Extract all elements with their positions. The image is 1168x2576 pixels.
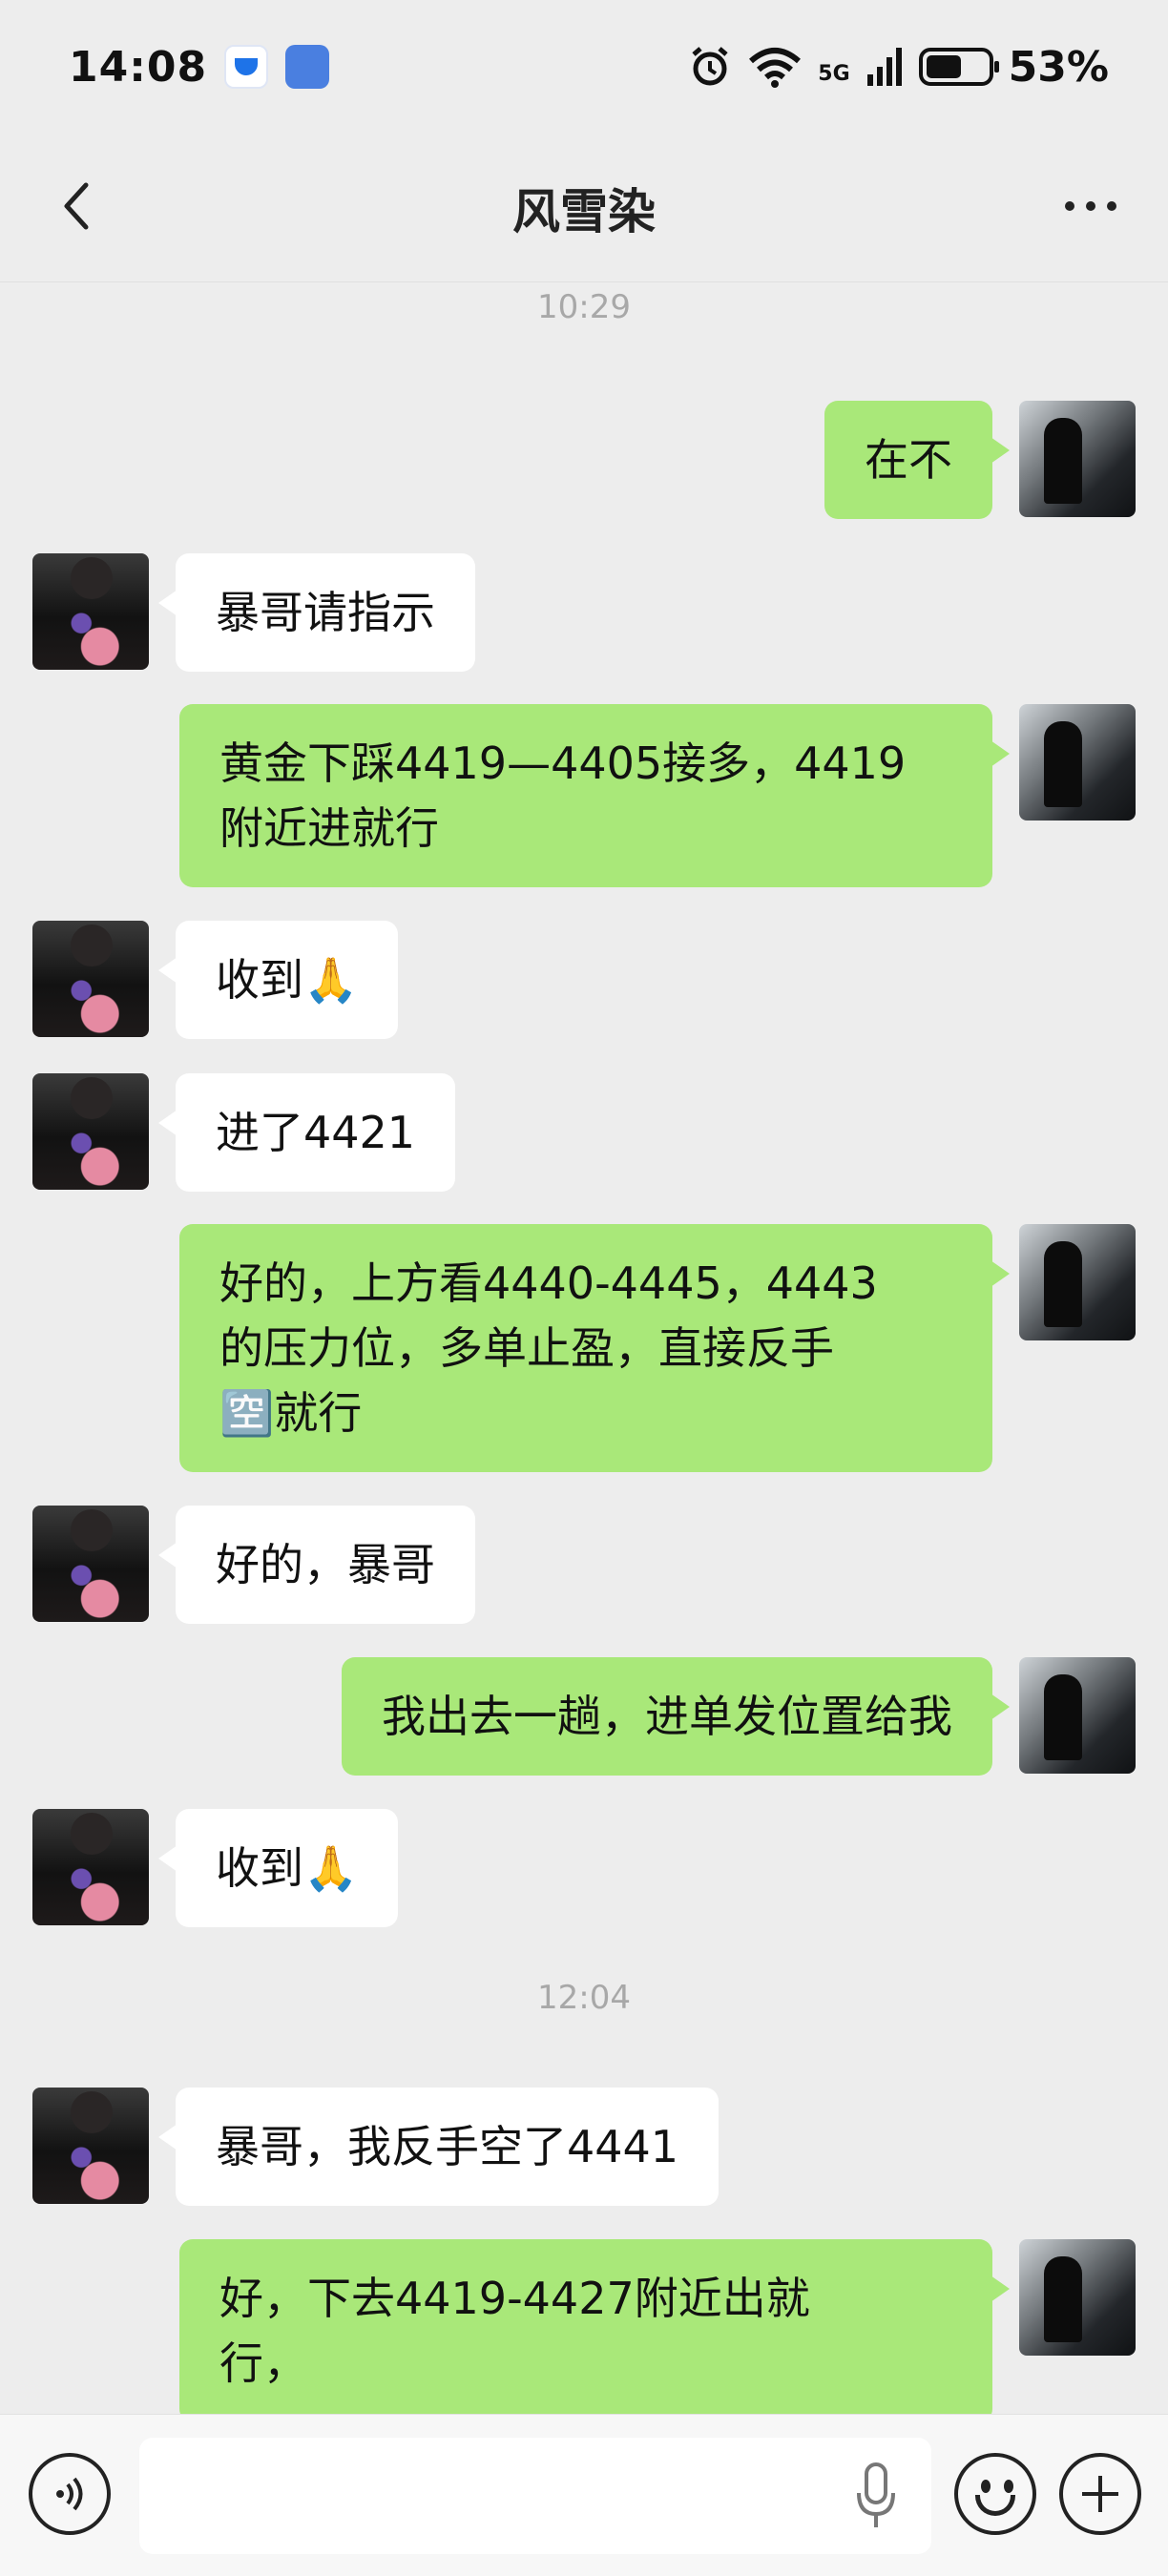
more-dots-icon bbox=[1065, 201, 1074, 211]
contact-avatar[interactable] bbox=[32, 921, 149, 1037]
back-button[interactable] bbox=[38, 168, 115, 244]
microphone-icon[interactable] bbox=[847, 2459, 905, 2535]
chat-title: 风雪染 bbox=[512, 183, 656, 239]
message-bubble-sent[interactable]: 我出去一趟，进单发位置给我 bbox=[342, 1657, 1010, 1776]
chat-header: 风雪染 bbox=[0, 134, 1168, 282]
more-button[interactable] bbox=[1048, 168, 1134, 244]
voice-wave-icon bbox=[56, 2477, 83, 2511]
contact-avatar[interactable] bbox=[32, 553, 149, 670]
chat-timestamp: 10:29 bbox=[537, 288, 631, 326]
emoji-face-icon bbox=[981, 2480, 991, 2493]
battery-icon bbox=[918, 48, 999, 86]
emoji-button[interactable] bbox=[954, 2453, 1036, 2535]
message-bubble-received[interactable]: 暴哥请指示 bbox=[158, 553, 475, 672]
more-functions-button[interactable] bbox=[1059, 2453, 1141, 2535]
chat-timestamp: 12:04 bbox=[537, 1979, 631, 2017]
message-bubble-sent[interactable]: 在不 bbox=[824, 401, 1010, 519]
message-bubble-sent[interactable]: 好，下去4419-4427附近出就 行， bbox=[179, 2239, 1010, 2422]
my-avatar[interactable] bbox=[1019, 1224, 1136, 1340]
battery-percent: 53% bbox=[1008, 42, 1109, 92]
signal-icon bbox=[866, 48, 902, 86]
my-avatar[interactable] bbox=[1019, 2239, 1136, 2356]
message-input-bar bbox=[0, 2414, 1168, 2576]
message-bubble-received[interactable]: 进了4421 bbox=[157, 1073, 456, 1192]
alarm-icon bbox=[692, 47, 728, 86]
my-avatar[interactable] bbox=[1019, 704, 1136, 821]
stock-app-notification-icon bbox=[285, 45, 330, 89]
app-notification-icon bbox=[224, 45, 269, 89]
contact-avatar[interactable] bbox=[32, 1809, 149, 1925]
chevron-left-icon bbox=[64, 182, 89, 230]
voice-mode-button[interactable] bbox=[29, 2453, 111, 2535]
message-bubble-received[interactable]: 好的，暴哥 bbox=[158, 1506, 475, 1624]
my-avatar[interactable] bbox=[1019, 401, 1136, 517]
contact-avatar[interactable] bbox=[32, 1506, 149, 1622]
contact-avatar[interactable] bbox=[32, 2088, 149, 2204]
message-bubble-received[interactable]: 收到🙏 bbox=[157, 921, 399, 1039]
message-bubble-sent[interactable]: 好的，上方看4440-4445，4443 的压力位，多单止盈，直接反手 🈳就行 bbox=[179, 1224, 1010, 1472]
message-text-field[interactable] bbox=[139, 2438, 931, 2554]
network-type-label: 5G bbox=[818, 61, 850, 86]
message-bubble-received[interactable]: 收到🙏 bbox=[157, 1809, 399, 1927]
status-bar: 14:08 5G 53% bbox=[0, 0, 1168, 134]
my-avatar[interactable] bbox=[1019, 1657, 1136, 1774]
contact-avatar[interactable] bbox=[32, 1073, 149, 1190]
message-bubble-sent[interactable]: 黄金下踩4419—4405接多，4419 附近进就行 bbox=[179, 704, 1010, 887]
message-bubble-received[interactable]: 暴哥，我反手空了4441 bbox=[157, 2088, 720, 2206]
wifi-icon bbox=[749, 48, 802, 88]
status-time: 14:08 bbox=[69, 42, 208, 92]
